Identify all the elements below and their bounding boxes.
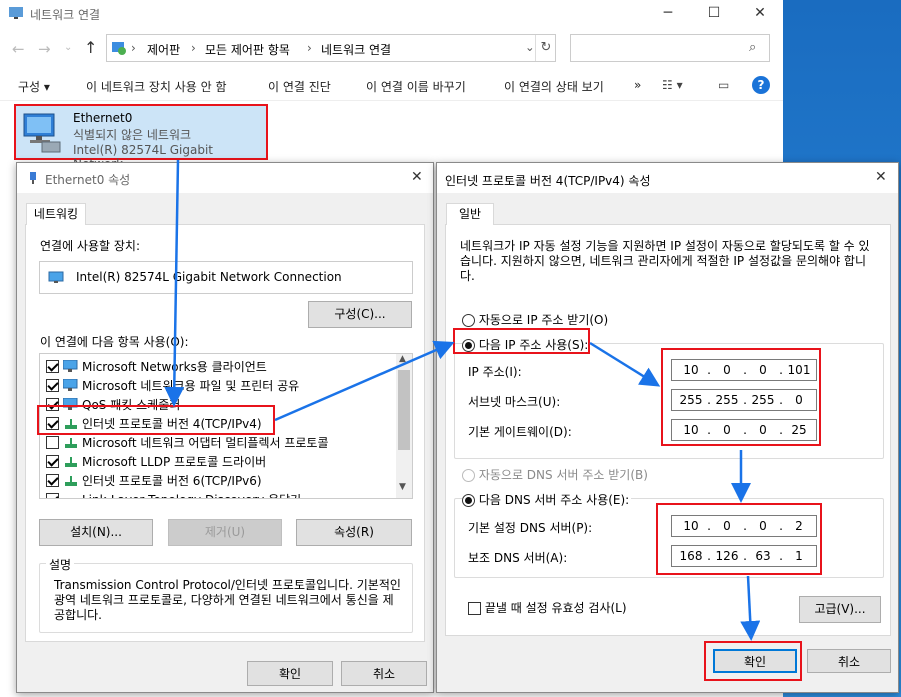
annotation-arrows bbox=[164, 159, 761, 641]
tab-general[interactable]: 일반 bbox=[446, 203, 494, 225]
arrow-to-manual-ip bbox=[274, 340, 455, 422]
arrow-to-ipv4-item bbox=[164, 159, 185, 407]
tab-networking[interactable]: 네트워킹 bbox=[26, 203, 86, 225]
arrow-to-ok-button bbox=[740, 575, 761, 641]
arrow-to-ip-fields bbox=[589, 341, 661, 387]
